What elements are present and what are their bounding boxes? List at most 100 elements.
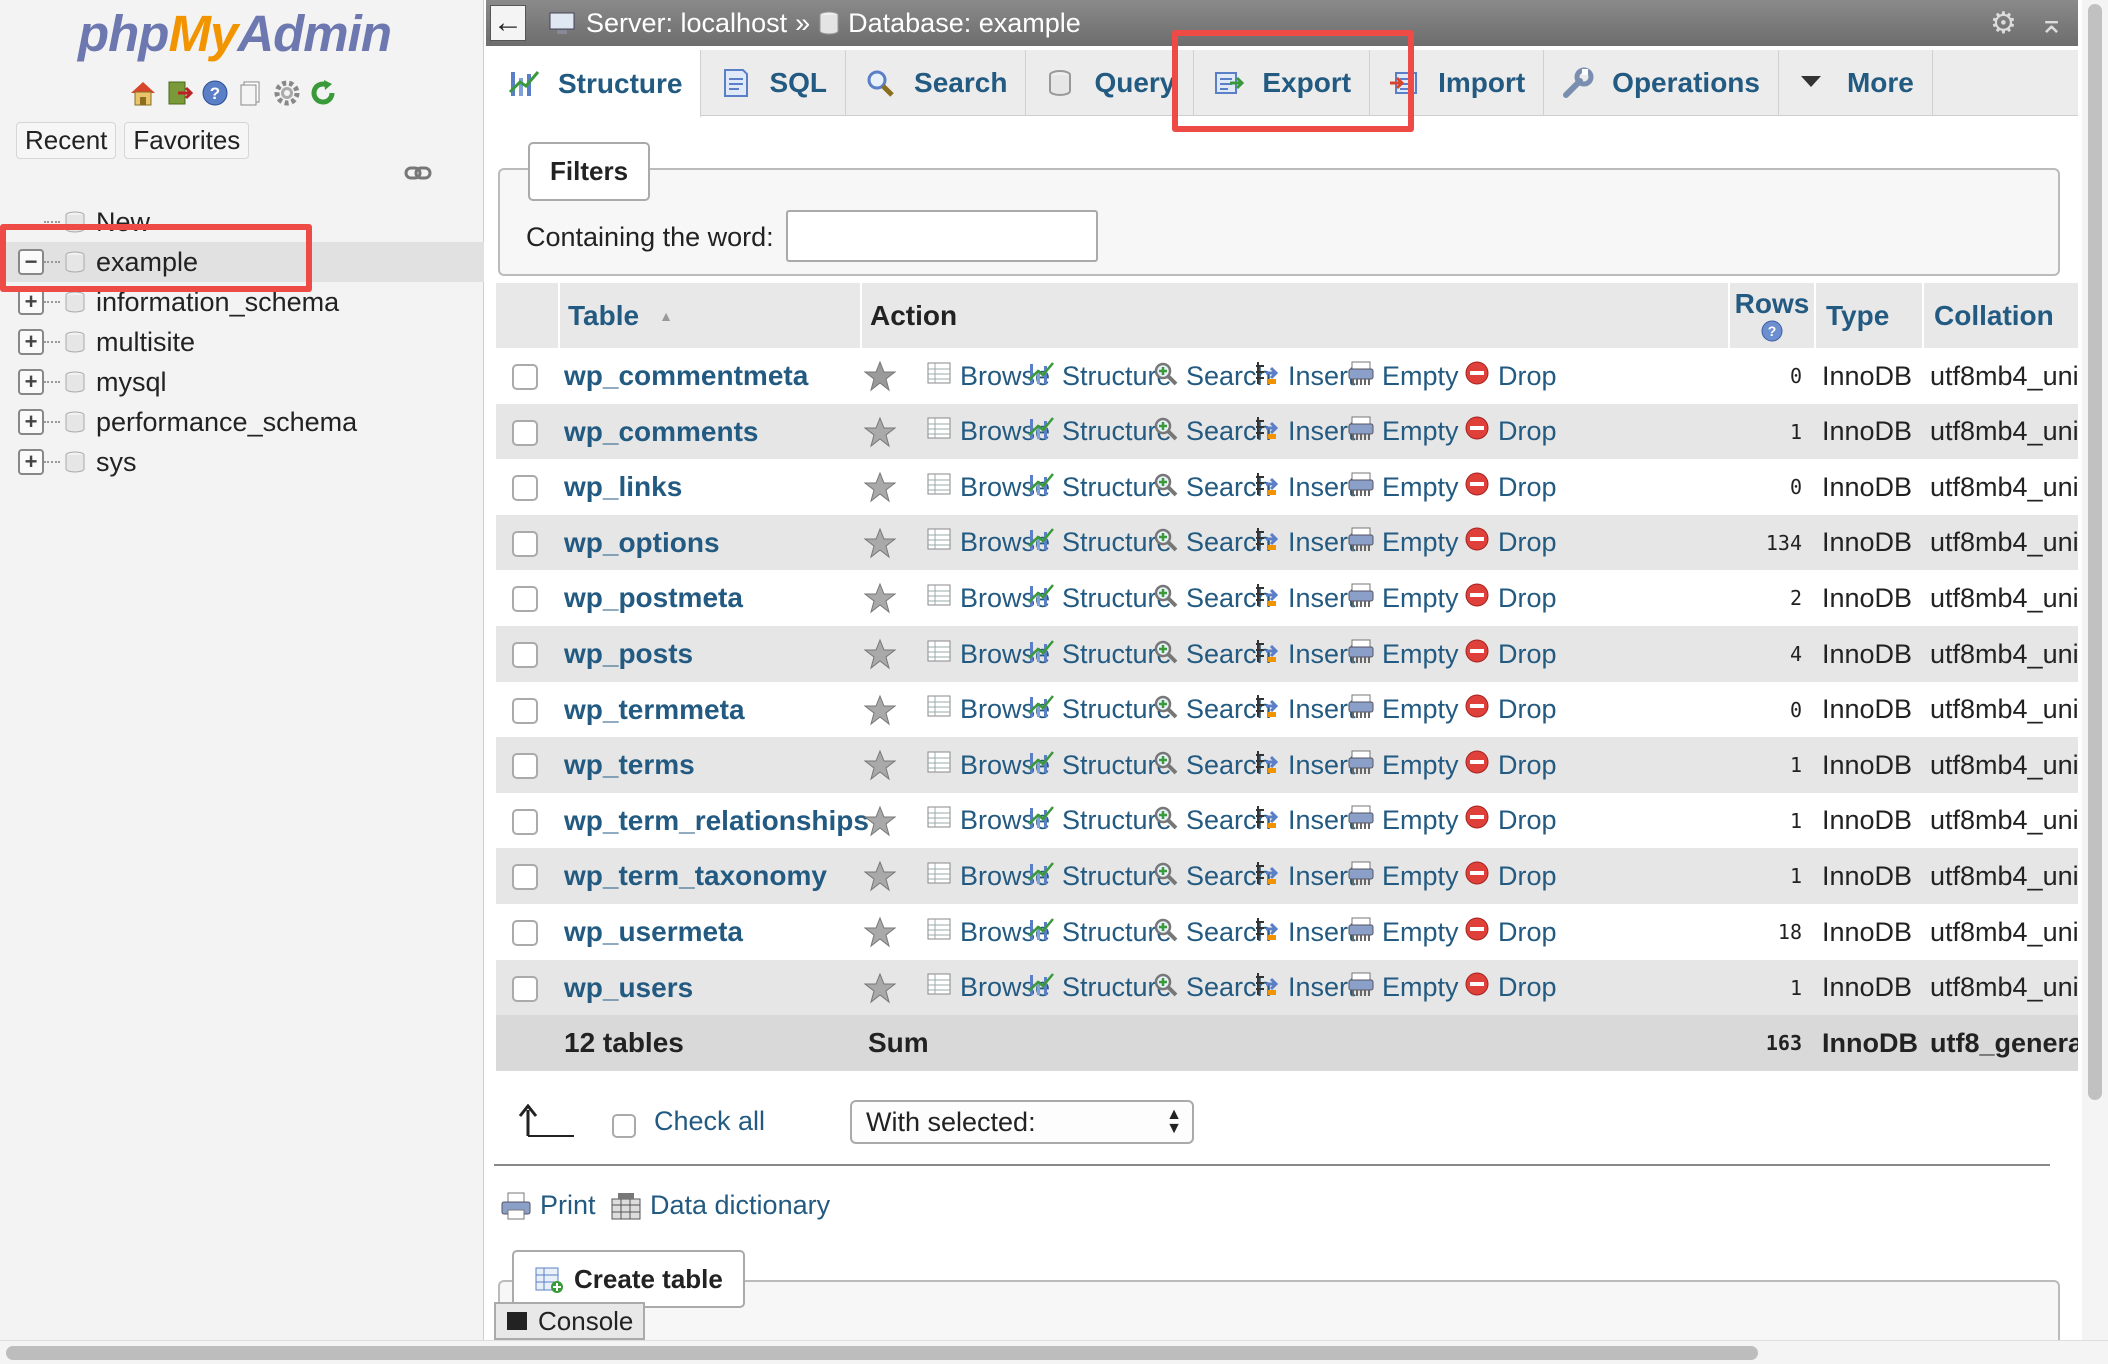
horizontal-scroll-thumb[interactable] (6, 1346, 1758, 1360)
phpmyadmin-logo[interactable]: phpMyAdmin (78, 4, 392, 63)
action-drop-link[interactable]: Drop (1464, 626, 1557, 682)
action-insert-link[interactable]: Insert (1254, 570, 1356, 626)
action-insert-link[interactable]: Insert (1254, 960, 1356, 1016)
header-table[interactable]: Table ▲ (558, 283, 836, 349)
link-with-main-panel-icon[interactable] (404, 164, 432, 187)
table-name-link[interactable]: wp_usermeta (564, 904, 743, 960)
action-insert-link[interactable]: Insert (1254, 348, 1356, 404)
action-drop-link[interactable]: Drop (1464, 682, 1557, 738)
recent-button[interactable]: Recent (16, 122, 117, 159)
action-structure-link[interactable]: Structure (1028, 348, 1172, 404)
tab-structure[interactable]: Structure (490, 50, 702, 117)
table-name-link[interactable]: wp_postmeta (564, 570, 743, 626)
print-link[interactable]: Print (500, 1190, 596, 1221)
tab-operations[interactable]: Operations (1544, 50, 1779, 116)
home-icon[interactable] (128, 78, 158, 108)
row-checkbox[interactable] (512, 530, 538, 557)
action-structure-link[interactable]: Structure (1028, 904, 1172, 960)
action-drop-link[interactable]: Drop (1464, 404, 1557, 460)
action-insert-link[interactable]: Insert (1254, 682, 1356, 738)
favorite-star-icon[interactable] (863, 916, 897, 948)
favorite-star-icon[interactable] (863, 360, 897, 392)
row-checkbox[interactable] (512, 975, 538, 1002)
action-drop-link[interactable]: Drop (1464, 737, 1557, 793)
row-checkbox[interactable] (512, 753, 538, 780)
action-structure-link[interactable]: Structure (1028, 682, 1172, 738)
tree-item-sys[interactable]: + sys (0, 442, 484, 482)
expand-icon[interactable]: + (18, 329, 44, 355)
header-rows[interactable]: Rows ? (1728, 283, 1814, 349)
logout-icon[interactable] (164, 78, 194, 108)
expand-icon[interactable]: + (18, 409, 44, 435)
row-checkbox[interactable] (512, 697, 538, 724)
breadcrumb-database[interactable]: Database: example (848, 8, 1081, 39)
favorite-star-icon[interactable] (863, 805, 897, 837)
action-empty-link[interactable]: Empty (1348, 626, 1459, 682)
breadcrumb-server[interactable]: Server: localhost (586, 8, 787, 39)
collapse-top-icon[interactable]: ⌅ (2039, 6, 2064, 41)
settings-icon[interactable] (272, 78, 302, 108)
table-name-link[interactable]: wp_users (564, 960, 693, 1016)
header-collation[interactable]: Collation (1922, 283, 2082, 349)
favorite-star-icon[interactable] (863, 694, 897, 726)
row-checkbox[interactable] (512, 864, 538, 891)
action-structure-link[interactable]: Structure (1028, 737, 1172, 793)
check-all-link[interactable]: Check all (654, 1106, 765, 1137)
action-drop-link[interactable]: Drop (1464, 793, 1557, 849)
table-name-link[interactable]: wp_posts (564, 626, 693, 682)
favorite-star-icon[interactable] (863, 582, 897, 614)
table-name-link[interactable]: wp_term_relationships (564, 793, 869, 849)
page-settings-icon[interactable]: ⚙ (1990, 6, 2017, 41)
table-name-link[interactable]: wp_term_taxonomy (564, 848, 827, 904)
action-empty-link[interactable]: Empty (1348, 570, 1459, 626)
action-insert-link[interactable]: Insert (1254, 737, 1356, 793)
row-checkbox[interactable] (512, 475, 538, 502)
help-icon[interactable]: ? (1760, 319, 1784, 343)
vertical-scrollbar[interactable] (2082, 0, 2108, 1340)
favorite-star-icon[interactable] (863, 860, 897, 892)
tree-item-performance-schema[interactable]: + performance_schema (0, 402, 484, 442)
action-insert-link[interactable]: Insert (1254, 904, 1356, 960)
tab-search[interactable]: Search (846, 50, 1027, 116)
action-structure-link[interactable]: Structure (1028, 848, 1172, 904)
action-empty-link[interactable]: Empty (1348, 793, 1459, 849)
action-drop-link[interactable]: Drop (1464, 515, 1557, 571)
favorite-star-icon[interactable] (863, 749, 897, 781)
collapse-navigation-button[interactable]: ← (490, 5, 526, 41)
action-drop-link[interactable]: Drop (1464, 904, 1557, 960)
action-insert-link[interactable]: Insert (1254, 848, 1356, 904)
action-insert-link[interactable]: Insert (1254, 793, 1356, 849)
table-name-link[interactable]: wp_termmeta (564, 682, 745, 738)
expand-icon[interactable]: + (18, 449, 44, 475)
action-drop-link[interactable]: Drop (1464, 348, 1557, 404)
row-checkbox[interactable] (512, 419, 538, 446)
favorite-star-icon[interactable] (863, 416, 897, 448)
expand-icon[interactable]: + (18, 289, 44, 315)
action-insert-link[interactable]: Insert (1254, 404, 1356, 460)
action-structure-link[interactable]: Structure (1028, 459, 1172, 515)
reload-icon[interactable] (308, 78, 338, 108)
tree-item-multisite[interactable]: + multisite (0, 322, 484, 362)
filter-word-input[interactable] (786, 210, 1098, 262)
action-insert-link[interactable]: Insert (1254, 459, 1356, 515)
help-icon[interactable]: ? (200, 78, 230, 108)
create-table-legend[interactable]: Create table (512, 1250, 745, 1308)
row-checkbox[interactable] (512, 808, 538, 835)
expand-icon[interactable]: + (18, 369, 44, 395)
action-empty-link[interactable]: Empty (1348, 348, 1459, 404)
table-name-link[interactable]: wp_options (564, 515, 720, 571)
action-empty-link[interactable]: Empty (1348, 459, 1459, 515)
table-name-link[interactable]: wp_comments (564, 404, 759, 460)
header-type[interactable]: Type (1814, 283, 1922, 349)
action-structure-link[interactable]: Structure (1028, 626, 1172, 682)
action-structure-link[interactable]: Structure (1028, 793, 1172, 849)
row-checkbox[interactable] (512, 642, 538, 668)
docs-icon[interactable] (236, 78, 266, 108)
with-selected-dropdown[interactable]: With selected: ▲ ▼ (850, 1100, 1194, 1144)
favorite-star-icon[interactable] (863, 638, 897, 670)
table-name-link[interactable]: wp_links (564, 459, 682, 515)
action-drop-link[interactable]: Drop (1464, 459, 1557, 515)
row-checkbox[interactable] (512, 586, 538, 613)
tree-item-mysql[interactable]: + mysql (0, 362, 484, 402)
horizontal-scrollbar[interactable] (0, 1340, 2108, 1364)
